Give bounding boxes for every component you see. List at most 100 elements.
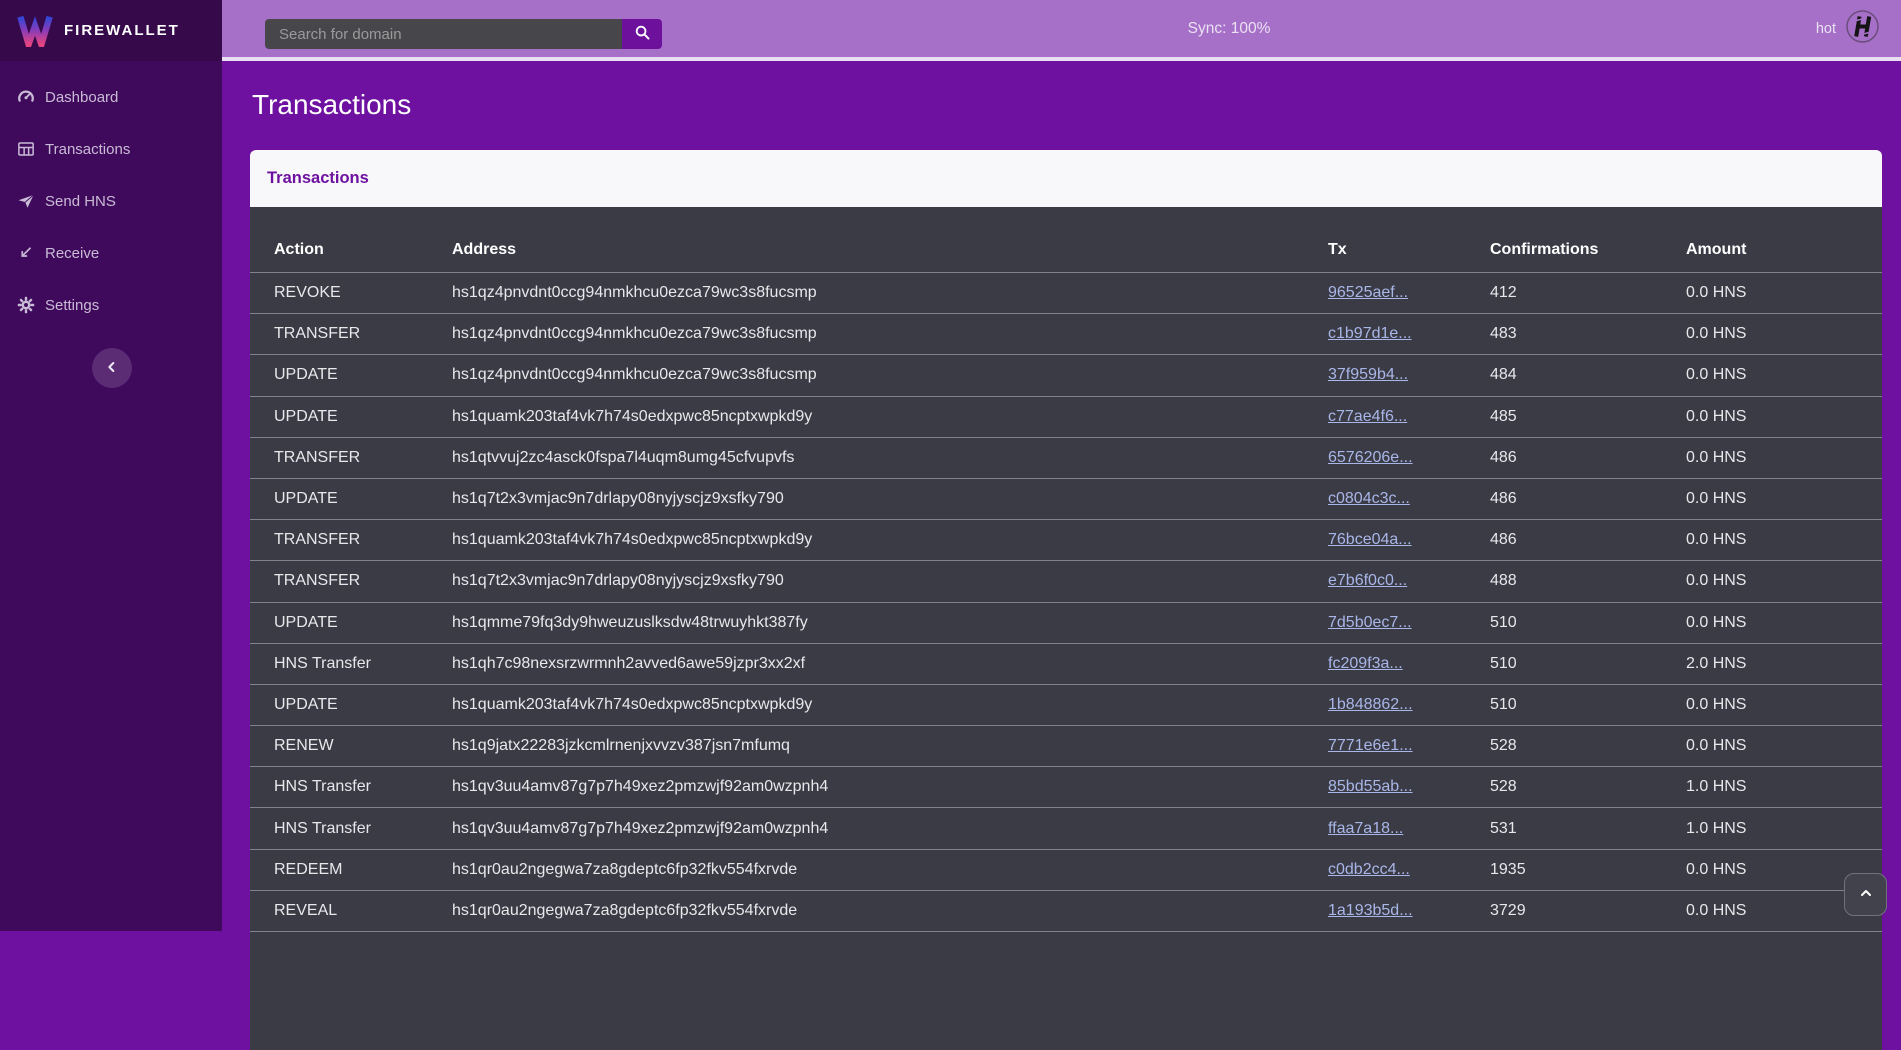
scroll-to-top-button[interactable] <box>1844 873 1887 916</box>
table-row: TRANSFER hs1quamk203taf4vk7h74s0edxpwc85… <box>250 520 1882 561</box>
domain-search-button[interactable] <box>622 19 662 49</box>
col-header-tx: Tx <box>1328 241 1490 259</box>
transactions-table-body: REVOKE hs1qz4pnvdnt0ccg94nmkhcu0ezca79wc… <box>250 273 1882 932</box>
page-title: Transactions <box>252 89 411 121</box>
cell-action: UPDATE <box>274 614 452 632</box>
cell-confirmations: 3729 <box>1490 902 1686 920</box>
sidebar-item-label: Transactions <box>45 141 130 158</box>
tx-link[interactable]: 7771e6e1... <box>1328 737 1413 754</box>
cell-action: UPDATE <box>274 366 452 384</box>
cell-confirmations: 485 <box>1490 408 1686 426</box>
cell-address: hs1qv3uu4amv87g7p7h49xez2pmzwjf92am0wzpn… <box>452 820 1328 838</box>
cell-amount: 1.0 HNS <box>1686 778 1858 796</box>
cell-confirmations: 486 <box>1490 531 1686 549</box>
sidebar-item-receive[interactable]: Receive <box>0 227 222 279</box>
cell-action: TRANSFER <box>274 531 452 549</box>
table-row: UPDATE hs1q7t2x3vmjac9n7drlapy08nyjyscjz… <box>250 479 1882 520</box>
cell-amount: 0.0 HNS <box>1686 696 1858 714</box>
sidebar-collapse-button[interactable] <box>92 348 132 388</box>
cell-confirmations: 528 <box>1490 778 1686 796</box>
tx-link[interactable]: 1a193b5d... <box>1328 902 1413 919</box>
cell-confirmations: 528 <box>1490 737 1686 755</box>
cell-action: TRANSFER <box>274 572 452 590</box>
cell-amount: 1.0 HNS <box>1686 820 1858 838</box>
col-header-amount: Amount <box>1686 241 1858 259</box>
table-row: REVOKE hs1qz4pnvdnt0ccg94nmkhcu0ezca79wc… <box>250 273 1882 314</box>
table-row: RENEW hs1q9jatx22283jzkcmlrnenjxvvzv387j… <box>250 726 1882 767</box>
table-row: HNS Transfer hs1qv3uu4amv87g7p7h49xez2pm… <box>250 808 1882 849</box>
table-row: REDEEM hs1qr0au2ngegwa7za8gdeptc6fp32fkv… <box>250 850 1882 891</box>
cell-action: RENEW <box>274 737 452 755</box>
table-row: TRANSFER hs1q7t2x3vmjac9n7drlapy08nyjysc… <box>250 561 1882 602</box>
tx-link[interactable]: fc209f3a... <box>1328 655 1403 672</box>
domain-search-input[interactable] <box>265 19 622 49</box>
tx-link[interactable]: c77ae4f6... <box>1328 408 1407 425</box>
sidebar-item-settings[interactable]: Settings <box>0 279 222 331</box>
tx-link[interactable]: c0db2cc4... <box>1328 861 1410 878</box>
cell-amount: 0.0 HNS <box>1686 531 1858 549</box>
wallet-name-label: hot <box>1816 21 1836 37</box>
cell-confirmations: 510 <box>1490 614 1686 632</box>
sidebar: FIREWALLET Dashboard Transactions Send H… <box>0 0 222 931</box>
sidebar-item-label: Dashboard <box>45 89 118 106</box>
sidebar-item-dashboard[interactable]: Dashboard <box>0 71 222 123</box>
col-header-action: Action <box>274 241 452 259</box>
cell-address: hs1qh7c98nexsrzwrmnh2avved6awe59jzpr3xx2… <box>452 655 1328 673</box>
sidebar-item-send-hns[interactable]: Send HNS <box>0 175 222 227</box>
sidebar-item-transactions[interactable]: Transactions <box>0 123 222 175</box>
transactions-table: Action Address Tx Confirmations Amount R… <box>250 207 1882 1050</box>
card-header: Transactions <box>250 150 1882 207</box>
send-plane-icon <box>17 192 35 210</box>
cell-amount: 0.0 HNS <box>1686 572 1858 590</box>
cell-amount: 0.0 HNS <box>1686 737 1858 755</box>
brand-name: FIREWALLET <box>64 22 180 39</box>
cell-confirmations: 412 <box>1490 284 1686 302</box>
cell-address: hs1quamk203taf4vk7h74s0edxpwc85ncptxwpkd… <box>452 531 1328 549</box>
tx-link[interactable]: 37f959b4... <box>1328 366 1408 383</box>
cell-confirmations: 510 <box>1490 655 1686 673</box>
tx-link[interactable]: 76bce04a... <box>1328 531 1412 548</box>
tx-link[interactable]: 85bd55ab... <box>1328 778 1413 795</box>
cell-amount: 0.0 HNS <box>1686 902 1858 920</box>
cell-confirmations: 1935 <box>1490 861 1686 879</box>
tx-link[interactable]: 96525aef... <box>1328 284 1408 301</box>
tx-link[interactable]: ffaa7a18... <box>1328 820 1403 837</box>
cell-address: hs1quamk203taf4vk7h74s0edxpwc85ncptxwpkd… <box>452 408 1328 426</box>
tx-link[interactable]: 6576206e... <box>1328 449 1413 466</box>
sidebar-nav: Dashboard Transactions Send HNS Receive <box>0 71 222 331</box>
cell-address: hs1qmme79fq3dy9hweuzuslksdw48trwuyhkt387… <box>452 614 1328 632</box>
receive-arrow-icon <box>17 244 35 262</box>
cell-action: HNS Transfer <box>274 820 452 838</box>
col-header-address: Address <box>452 241 1328 259</box>
tx-link[interactable]: 7d5b0ec7... <box>1328 614 1412 631</box>
cell-confirmations: 531 <box>1490 820 1686 838</box>
handshake-logo-icon[interactable] <box>1846 10 1879 48</box>
topbar: Sync: 100% hot <box>222 0 1901 61</box>
table-row: UPDATE hs1qmme79fq3dy9hweuzuslksdw48trwu… <box>250 603 1882 644</box>
tx-link[interactable]: e7b6f0c0... <box>1328 572 1407 589</box>
tx-link[interactable]: c0804c3c... <box>1328 490 1410 507</box>
cell-address: hs1q7t2x3vmjac9n7drlapy08nyjyscjz9xsfky7… <box>452 572 1328 590</box>
cell-confirmations: 510 <box>1490 696 1686 714</box>
cell-address: hs1qv3uu4amv87g7p7h49xez2pmzwjf92am0wzpn… <box>452 778 1328 796</box>
cell-amount: 0.0 HNS <box>1686 366 1858 384</box>
cell-address: hs1q7t2x3vmjac9n7drlapy08nyjyscjz9xsfky7… <box>452 490 1328 508</box>
main-content: Transactions Transactions Action Address… <box>222 61 1901 931</box>
sidebar-brand[interactable]: FIREWALLET <box>0 0 222 61</box>
cell-action: UPDATE <box>274 696 452 714</box>
tx-link[interactable]: c1b97d1e... <box>1328 325 1412 342</box>
chevron-left-icon <box>104 359 120 378</box>
cell-action: UPDATE <box>274 490 452 508</box>
cell-action: HNS Transfer <box>274 778 452 796</box>
search-icon <box>634 24 651 44</box>
cell-action: HNS Transfer <box>274 655 452 673</box>
cell-action: UPDATE <box>274 408 452 426</box>
table-row: TRANSFER hs1qtvvuj2zc4asck0fspa7l4uqm8um… <box>250 438 1882 479</box>
tx-link[interactable]: 1b848862... <box>1328 696 1413 713</box>
transactions-table-icon <box>17 140 35 158</box>
wallet-switcher: hot <box>1816 0 1879 57</box>
table-row: REVEAL hs1qr0au2ngegwa7za8gdeptc6fp32fkv… <box>250 891 1882 932</box>
cell-amount: 0.0 HNS <box>1686 490 1858 508</box>
table-header-row: Action Address Tx Confirmations Amount <box>250 207 1882 273</box>
cell-confirmations: 486 <box>1490 490 1686 508</box>
